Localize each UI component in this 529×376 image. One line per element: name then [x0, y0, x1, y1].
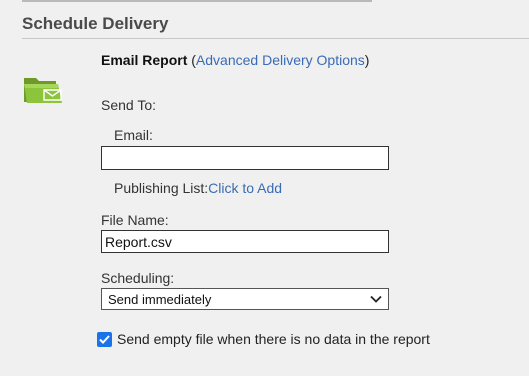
close-paren: )	[364, 52, 370, 68]
scheduling-select[interactable]: Send immediately	[101, 288, 389, 310]
top-divider	[22, 0, 372, 2]
publishing-list-row: Publishing List:Click to Add	[114, 180, 282, 196]
send-to-label: Send To:	[101, 97, 157, 113]
send-empty-file-row: Send empty file when there is no data in…	[97, 331, 430, 347]
section-divider	[22, 38, 529, 39]
publishing-list-label: Publishing List:	[114, 180, 209, 196]
email-report-title: Email Report	[101, 52, 188, 68]
email-field[interactable]	[101, 146, 389, 170]
email-label: Email:	[114, 127, 153, 143]
advanced-delivery-options-link[interactable]: Advanced Delivery Options	[196, 52, 365, 68]
send-empty-file-label: Send empty file when there is no data in…	[117, 331, 430, 347]
email-report-header: Email Report (Advanced Delivery Options)	[101, 52, 369, 68]
chevron-down-icon	[370, 295, 382, 303]
scheduling-selected-value: Send immediately	[108, 291, 212, 307]
email-folder-icon	[24, 78, 62, 103]
file-name-label: File Name:	[101, 212, 169, 228]
send-empty-file-checkbox[interactable]	[97, 331, 112, 347]
click-to-add-link[interactable]: Click to Add	[208, 180, 282, 196]
checkmark-icon	[99, 334, 110, 344]
section-title: Schedule Delivery	[22, 14, 169, 33]
open-paren: (	[187, 52, 196, 68]
file-name-field[interactable]: Report.csv	[101, 230, 389, 253]
scheduling-label: Scheduling:	[101, 270, 175, 286]
